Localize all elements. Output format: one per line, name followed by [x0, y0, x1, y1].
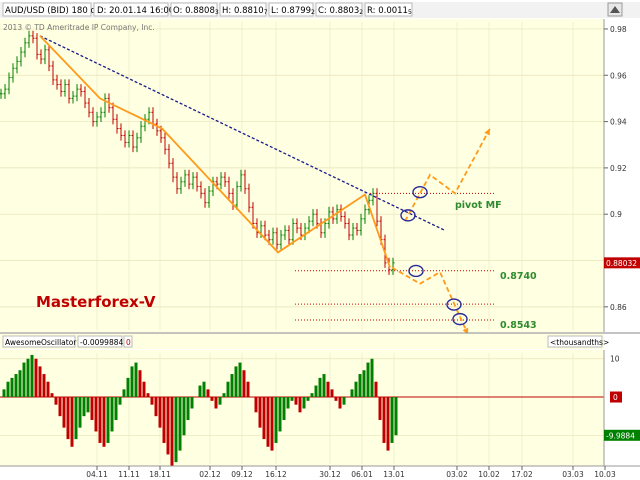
range-value: R: 0.00115 [367, 6, 412, 16]
osc-extra: 0 [126, 338, 131, 347]
time-tick-label: 13.01 [383, 470, 405, 479]
time-tick-label: 02.12 [199, 470, 221, 479]
watermark-label: Masterforex-V [36, 293, 156, 311]
price-panel-bg [0, 19, 604, 332]
time-tick-label: 09.12 [231, 470, 253, 479]
price-axis-bg [604, 19, 640, 332]
osc-zero-badge-text: 0 [613, 393, 618, 402]
osc-current-badge-text: -9.9884 [606, 431, 635, 440]
time-tick-label: 06.01 [351, 470, 373, 479]
current-price-badge-text: 0.88032 [606, 259, 637, 268]
time-tick-label: 16.12 [265, 470, 287, 479]
time-tick-label: 10.03 [594, 470, 616, 479]
date-value: D: 20.01.14 16:00 [97, 6, 174, 16]
level-8543-label: 0.8543 [500, 320, 537, 331]
copyright-text: 2013 © TD Ameritrade IP Company, Inc. [3, 23, 155, 32]
osc-axis-bg [604, 350, 640, 466]
header-bar: AUD/USD (BID) 180 d 4h D: 20.01.14 16:00… [0, 2, 640, 18]
price-axis: 0.980.960.940.920.90.880.86 [603, 19, 640, 332]
osc-value: -0.0099884 [80, 338, 123, 347]
price-tick-label: 0.94 [610, 118, 627, 127]
time-tick-label: 17.02 [511, 470, 533, 479]
time-tick-label: 03.03 [562, 470, 584, 479]
osc-units: <thousandths> [550, 338, 609, 347]
high-value: H: 0.88107 [222, 6, 268, 16]
price-tick-label: 0.98 [610, 25, 627, 34]
oscillator-panel[interactable] [0, 350, 606, 466]
time-tick-label: 04.11 [86, 470, 108, 479]
current-price-badge: 0.88032 [604, 257, 640, 269]
close-value: C: 0.88032 [318, 6, 363, 16]
time-tick-label: 10.02 [478, 470, 500, 479]
price-tick-label: 0.96 [610, 71, 627, 80]
oscillator-title-bar: AwesomeOscillator -0.0099884 0 <thousand… [0, 332, 640, 349]
time-tick-label: 18.11 [149, 470, 171, 479]
price-tick-label: 0.86 [610, 303, 627, 312]
osc-name[interactable]: AwesomeOscillator [5, 338, 77, 347]
time-tick-label: 11.11 [118, 470, 140, 479]
pivot-label: pivot MF [455, 200, 502, 211]
open-value: O: 0.88083 [173, 6, 219, 16]
chart-svg: AUD/USD (BID) 180 d 4h D: 20.01.14 16:00… [0, 0, 640, 480]
time-axis: 04.11 11.11 18.11 02.12 09.12 16.12 30.12 06.01… [0, 465, 640, 480]
time-tick-label: 30.12 [319, 470, 341, 479]
up-arrow-icon[interactable] [607, 2, 623, 17]
low-value: L: 0.87992 [271, 6, 315, 16]
osc-tick-10: 10 [610, 355, 620, 364]
price-panel[interactable]: 2013 © TD Ameritrade IP Company, Inc. Ma… [0, 19, 606, 335]
price-tick-label: 0.9 [610, 210, 622, 219]
time-tick-label: 03.02 [446, 470, 468, 479]
price-tick-label: 0.92 [610, 164, 627, 173]
osc-axis: 10 0 -9.9884 [603, 350, 640, 466]
level-8740-label: 0.8740 [500, 271, 537, 282]
